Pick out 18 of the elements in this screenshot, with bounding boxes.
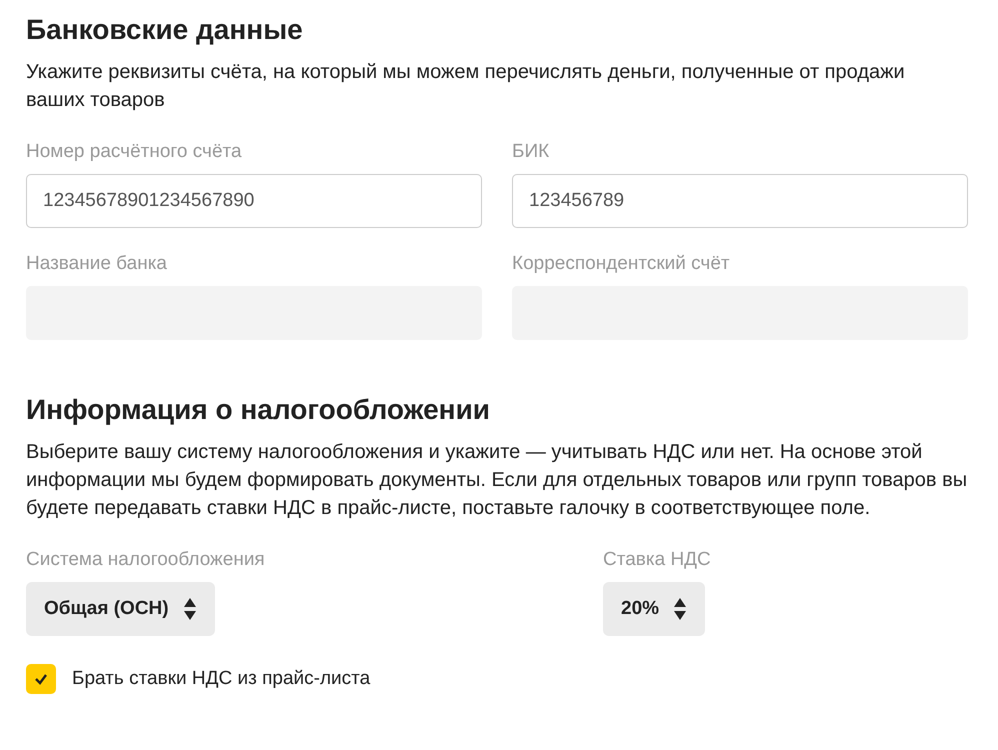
- field-label: Система налогообложения: [26, 548, 265, 572]
- sort-arrows-icon: [182, 597, 197, 621]
- section-description: Укажите реквизиты счёта, на который мы можем перечислять деньги, полученные от продажи ваших товаров: [26, 60, 906, 113]
- field-label: Номер расчётного счёта: [26, 140, 242, 164]
- input-field[interactable]: 123456789: [512, 174, 968, 228]
- field-label: Название банка: [26, 252, 167, 276]
- section-description: Выберите вашу систему налогообложения и укажите — учитывать НДС или нет. На основе этой информации мы будем формировать документы. Если для отдельных товаров или групп товаров вы будете передавать ставки НДС в прайс-листе, поставьте галочку в соответствующее поле.: [26, 440, 968, 521]
- section-title: Банковские данные: [26, 13, 304, 47]
- field-label: БИК: [512, 140, 550, 164]
- field-label: Ставка НДС: [603, 548, 711, 572]
- select-dropdown[interactable]: Общая (ОСН): [26, 582, 215, 636]
- select-dropdown[interactable]: 20%: [603, 582, 706, 636]
- input-field[interactable]: 12345678901234567890: [26, 174, 482, 228]
- checkbox[interactable]: [26, 664, 56, 694]
- checkbox-label: Брать ставки НДС из прайс-листа: [72, 668, 370, 690]
- sort-arrows-icon: [673, 597, 688, 621]
- section-title: Информация о налогообложении: [26, 393, 491, 427]
- field-label: Корреспондентский счёт: [512, 252, 730, 276]
